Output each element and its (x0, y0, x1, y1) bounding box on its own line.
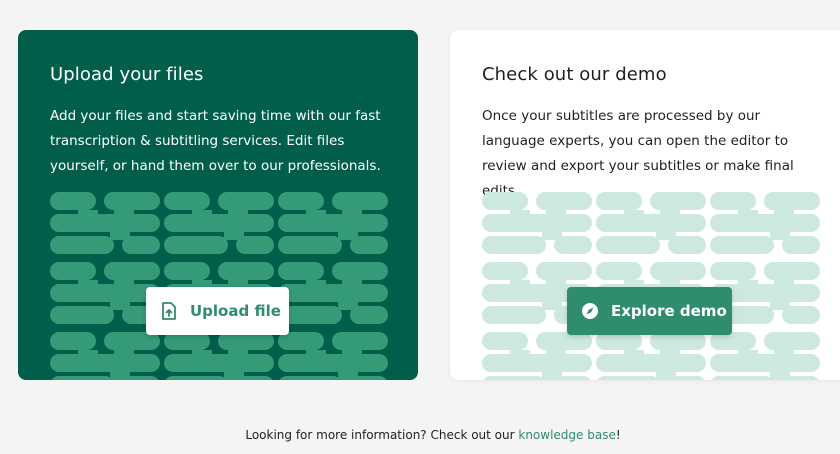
demo-card-description: Once your subtitles are processed by our… (482, 108, 794, 199)
upload-file-button[interactable]: Upload file (146, 287, 289, 335)
upload-card-description: Add your files and start saving time wit… (50, 108, 381, 174)
decorative-pattern (50, 192, 388, 380)
pattern-shapes (482, 192, 820, 380)
footer-info: Looking for more information? Check out … (0, 428, 840, 442)
upload-file-icon (160, 302, 178, 320)
footer-exclamation: ! (615, 428, 621, 442)
demo-card-title: Check out our demo (482, 64, 667, 85)
pattern-shapes (50, 192, 388, 380)
decorative-pattern (482, 192, 820, 380)
demo-card: Check out our demo Once your subtitles a… (450, 30, 840, 380)
upload-card-title: Upload your files (50, 64, 204, 85)
explore-demo-button[interactable]: Explore demo (567, 287, 732, 335)
compass-icon (581, 302, 599, 320)
knowledge-base-link[interactable]: knowledge base (518, 428, 615, 442)
footer-text: Looking for more information? Check out … (245, 428, 519, 442)
upload-file-button-label: Upload file (190, 302, 281, 320)
explore-demo-button-label: Explore demo (611, 302, 727, 320)
upload-card: Upload your files Add your files and sta… (18, 30, 418, 380)
